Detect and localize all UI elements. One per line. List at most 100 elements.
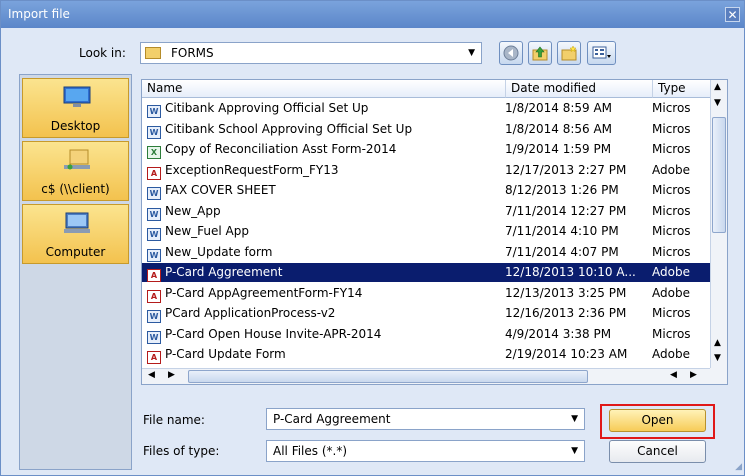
vertical-scroll-thumb[interactable] (712, 117, 726, 233)
close-icon[interactable]: ✕ (725, 7, 740, 22)
file-row[interactable]: A P-Card Update Form 2/19/2014 10:23 AM Ado… (142, 345, 710, 364)
file-name-cell: W FAX COVER SHEET (147, 181, 502, 200)
scroll-right-icon[interactable]: ▶ (168, 370, 175, 380)
pdf-file-icon: A (147, 351, 161, 364)
file-type-label: Files of type: (143, 444, 220, 458)
type-cell: Micros (652, 183, 691, 197)
file-name-cell: W Citibank School Approving Official Set … (147, 120, 502, 139)
date-modified-cell: 1/9/2014 1:59 PM (505, 142, 612, 156)
file-row[interactable]: W FAX COVER SHEET 8/12/2013 1:26 PM Micros (142, 181, 710, 200)
chevron-down-icon[interactable]: ▼ (571, 446, 578, 456)
file-list[interactable]: Name Date modified Type W Citibank Approv… (141, 79, 728, 385)
file-row[interactable]: W P-Card Open House Invite-APR-2014 4/9/20… (142, 325, 710, 344)
type-cell: Adobe (652, 285, 690, 300)
file-row[interactable]: A P-Card AppAgreementForm-FY14 12/13/2013 … (142, 284, 710, 303)
pdf-file-icon: A (147, 289, 161, 303)
file-row[interactable]: W New_Update form 7/11/2014 4:07 PM Micros (142, 243, 710, 262)
column-header-type[interactable]: Type (652, 80, 710, 98)
up-folder-icon[interactable] (528, 41, 552, 65)
pdf-file-icon: A (147, 166, 161, 180)
file-name-text: P-Card Aggreement (165, 265, 283, 279)
word-file-icon: W (147, 125, 161, 139)
file-name-text: New_App (165, 203, 221, 218)
network-drive-icon (64, 149, 90, 170)
file-name-cell: A P-Card Update Form (147, 345, 502, 364)
horizontal-scrollbar[interactable]: ◀ ▶ ◀ ▶ (142, 368, 710, 384)
file-name-cell: A P-Card AppAgreementForm-FY14 (147, 284, 502, 303)
type-cell: Micros (652, 121, 691, 136)
chevron-down-icon[interactable]: ▼ (468, 48, 475, 58)
date-modified-cell: 7/11/2014 12:27 PM (505, 203, 627, 218)
word-file-icon: W (147, 310, 161, 323)
pdf-file-icon: A (147, 269, 161, 282)
type-cell: Adobe (652, 265, 690, 279)
file-type-value: All Files (*.*) (273, 444, 348, 458)
date-modified-cell: 12/13/2013 3:25 PM (505, 285, 627, 300)
date-modified-cell: 7/11/2014 4:07 PM (505, 244, 619, 259)
place-network-drive[interactable]: c$ (\\client) (22, 141, 129, 201)
file-name-text: ExceptionRequestForm_FY13 (165, 162, 339, 177)
places-bar: Desktop c$ (\\client) Computer (19, 74, 132, 470)
place-label: c$ (\\client) (41, 182, 110, 196)
type-cell: Micros (652, 326, 691, 341)
view-menu-icon[interactable] (587, 41, 616, 65)
import-file-dialog: Import file ✕ Look in: FORMS ▼ Desktop c… (0, 0, 745, 476)
place-desktop[interactable]: Desktop (22, 78, 129, 138)
file-type-dropdown[interactable]: All Files (*.*) ▼ (266, 440, 585, 462)
place-label: Computer (45, 245, 106, 259)
scroll-up-icon[interactable]: ▲ (714, 338, 721, 348)
cancel-button[interactable]: Cancel (609, 440, 706, 463)
type-cell: Micros (652, 224, 691, 238)
chevron-down-icon[interactable]: ▼ (571, 414, 578, 424)
date-modified-cell: 7/11/2014 4:10 PM (505, 224, 619, 238)
scroll-down-icon[interactable]: ▼ (714, 353, 721, 363)
word-file-icon: W (147, 105, 161, 118)
file-name-cell: W P-Card Open House Invite-APR-2014 (147, 325, 502, 344)
column-header-name[interactable]: Name (142, 80, 505, 98)
date-modified-cell: 1/8/2014 8:59 AM (505, 101, 613, 115)
title-bar[interactable]: Import file ✕ (1, 1, 744, 28)
file-row[interactable]: W New_Fuel App 7/11/2014 4:10 PM Micros (142, 222, 710, 241)
file-name-cell: A ExceptionRequestForm_FY13 (147, 161, 502, 180)
file-name-cell: A P-Card Aggreement (147, 263, 502, 282)
date-modified-cell: 1/8/2014 8:56 AM (505, 121, 613, 136)
scroll-up-icon[interactable]: ▲ (714, 82, 721, 92)
place-computer[interactable]: Computer (22, 204, 129, 264)
scroll-right-icon[interactable]: ▶ (690, 370, 697, 380)
file-row[interactable]: W PCard ApplicationProcess-v2 12/16/2013 2… (142, 304, 710, 323)
back-icon[interactable] (499, 41, 523, 65)
horizontal-scroll-thumb[interactable] (188, 370, 588, 383)
word-file-icon: W (147, 207, 161, 221)
type-cell: Micros (652, 142, 691, 156)
file-row[interactable]: A P-Card Aggreement 12/18/2013 10:10 A... A… (142, 263, 710, 282)
file-row[interactable]: A ExceptionRequestForm_FY13 12/17/2013 2:2… (142, 161, 710, 180)
type-cell: Micros (652, 101, 691, 115)
type-cell: Micros (652, 306, 691, 320)
word-file-icon: W (147, 330, 161, 344)
file-row[interactable]: W Citibank Approving Official Set Up 1/8/2… (142, 99, 710, 118)
column-header-date[interactable]: Date modified (505, 80, 652, 98)
file-name-text: P-Card Open House Invite-APR-2014 (165, 326, 382, 341)
scroll-left-icon[interactable]: ◀ (148, 370, 155, 380)
word-file-icon: W (147, 228, 161, 241)
date-modified-cell: 12/18/2013 10:10 A... (505, 265, 636, 279)
scroll-left-icon[interactable]: ◀ (670, 370, 677, 380)
file-row[interactable]: W New_App 7/11/2014 12:27 PM Micros (142, 202, 710, 221)
file-row[interactable]: W Citibank School Approving Official Set … (142, 120, 710, 139)
resize-grip-icon[interactable]: ◢ (730, 461, 742, 473)
new-folder-icon[interactable] (557, 41, 581, 65)
date-modified-cell: 12/17/2013 2:27 PM (505, 162, 627, 177)
file-name-text: PCard ApplicationProcess-v2 (165, 306, 336, 320)
file-name-value: P-Card Aggreement (273, 412, 391, 426)
file-name-cell: W New_App (147, 202, 502, 221)
file-name-input[interactable]: P-Card Aggreement ▼ (266, 408, 585, 430)
file-name-text: New_Update form (165, 244, 273, 259)
look-in-dropdown[interactable]: FORMS ▼ (140, 42, 482, 64)
file-row[interactable]: X Copy of Reconciliation Asst Form-2014 1/… (142, 140, 710, 159)
word-file-icon: W (147, 187, 161, 200)
scroll-down-icon[interactable]: ▼ (714, 98, 721, 108)
file-name-cell: W New_Fuel App (147, 222, 502, 241)
file-name-text: New_Fuel App (165, 224, 249, 238)
type-cell: Micros (652, 203, 691, 218)
vertical-scrollbar[interactable]: ▲ ▼ ▲ ▼ (710, 80, 727, 368)
